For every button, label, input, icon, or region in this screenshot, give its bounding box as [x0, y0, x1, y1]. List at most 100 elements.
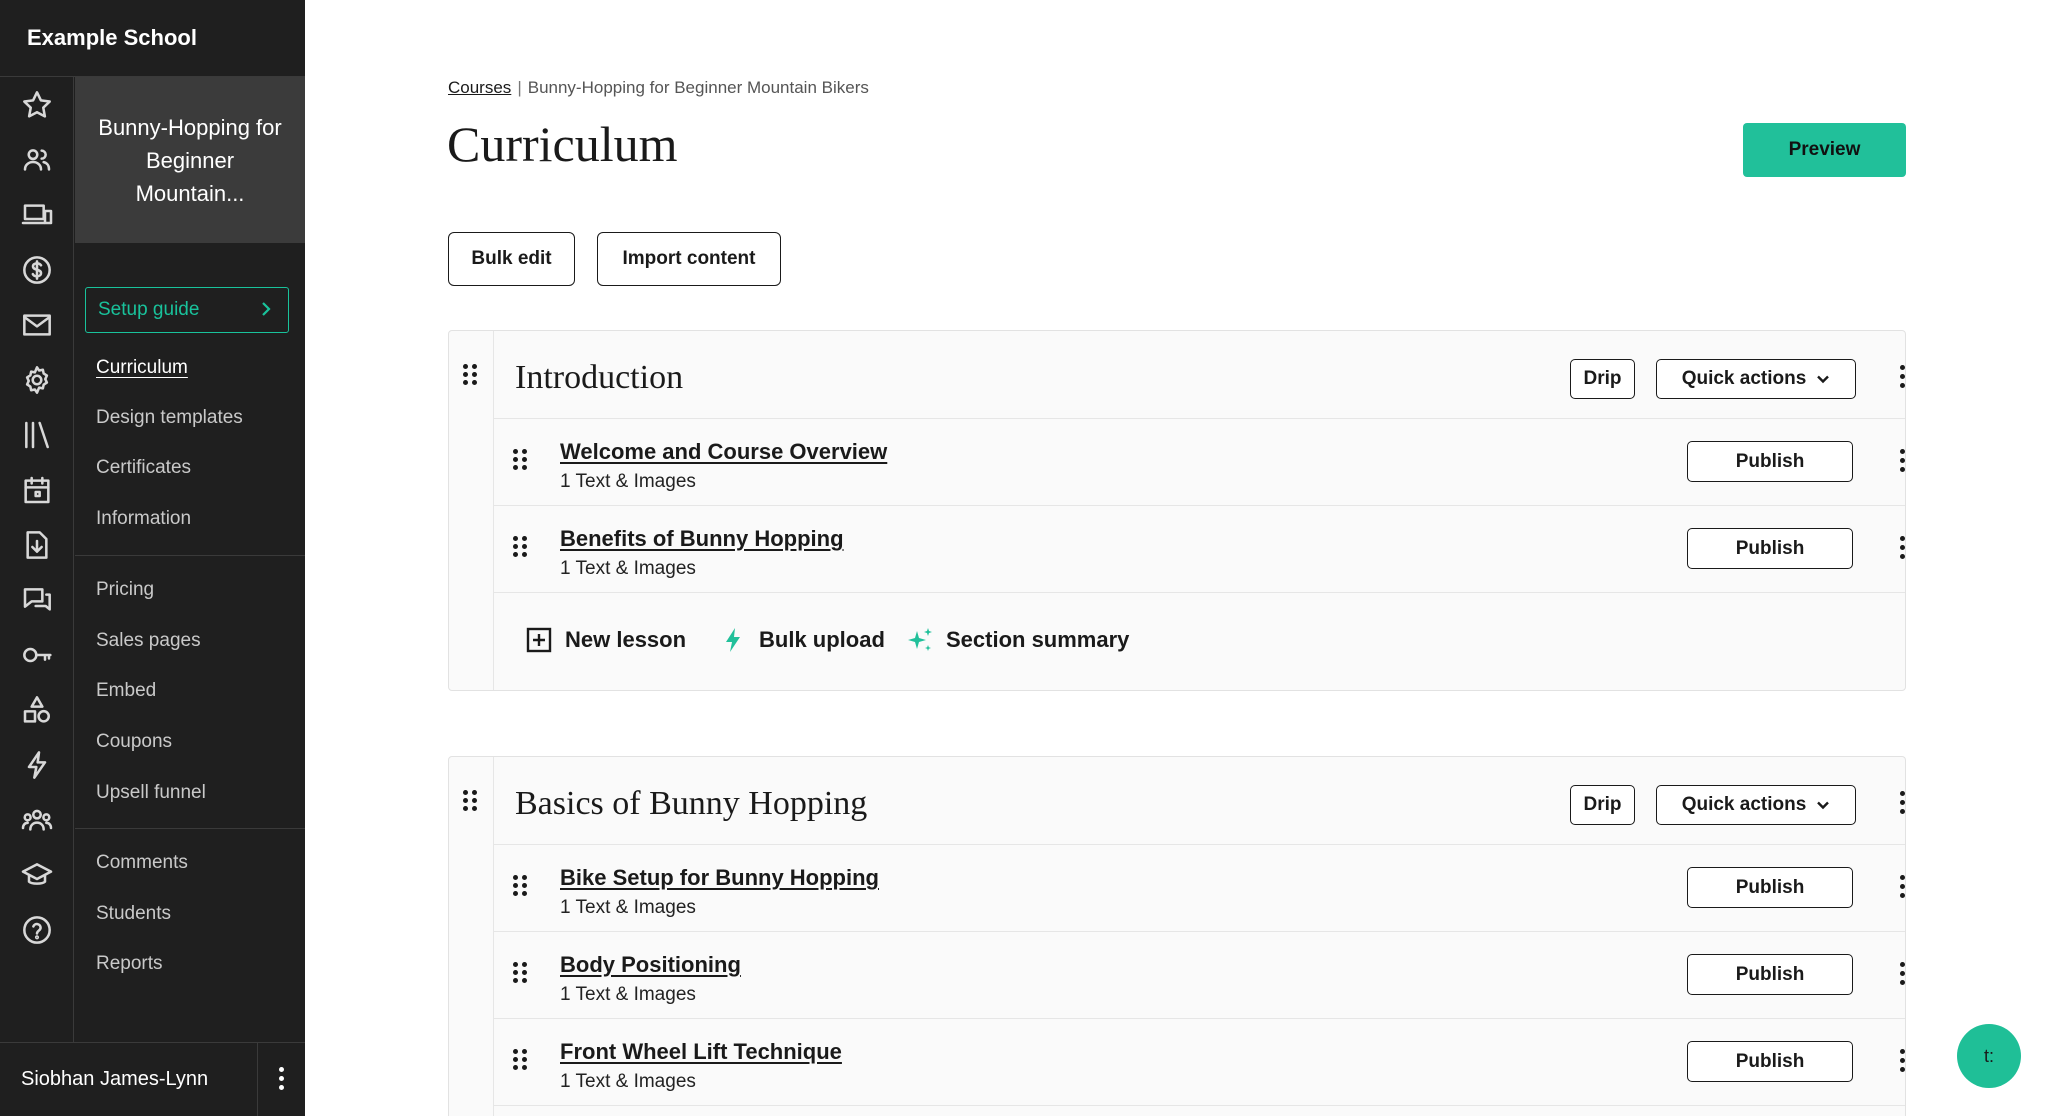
dollar-icon[interactable] — [19, 252, 55, 288]
nav-sales-pages[interactable]: Sales pages — [96, 630, 201, 652]
drag-handle-icon[interactable] — [513, 536, 527, 558]
nav-coupons[interactable]: Coupons — [96, 731, 172, 753]
lesson-meta: 1 Text & Images — [560, 897, 696, 918]
drag-handle-icon[interactable] — [513, 449, 527, 471]
new-lesson-label: New lesson — [565, 627, 687, 652]
setup-guide-button[interactable]: Setup guide — [85, 287, 289, 333]
lesson-row: Front Wheel Lift Technique 1 Text & Imag… — [494, 1019, 1905, 1106]
lesson-title-link[interactable]: Welcome and Course Overview — [560, 439, 887, 465]
nav-embed[interactable]: Embed — [96, 680, 156, 702]
nav-upsell-funnel[interactable]: Upsell funnel — [96, 782, 206, 804]
lesson-title-link[interactable]: Front Wheel Lift Technique — [560, 1039, 842, 1065]
drag-handle-icon — [463, 364, 477, 386]
section-card: Introduction Drip Quick actions Welcome … — [448, 330, 1906, 691]
drip-button[interactable]: Drip — [1570, 359, 1635, 399]
school-name[interactable]: Example School — [0, 0, 305, 77]
section-more-button[interactable] — [1897, 791, 1907, 817]
lesson-more-button[interactable] — [1897, 1049, 1907, 1075]
quick-actions-button[interactable]: Quick actions — [1656, 359, 1856, 399]
publish-button[interactable]: Publish — [1687, 1041, 1853, 1082]
star-icon[interactable] — [19, 87, 55, 123]
section-drag-handle[interactable] — [449, 757, 494, 1116]
shapes-icon[interactable] — [19, 692, 55, 728]
section-summary-button[interactable]: Section summary — [906, 626, 1129, 654]
key-icon[interactable] — [19, 637, 55, 673]
drag-handle-icon[interactable] — [513, 1049, 527, 1071]
drag-handle-icon — [463, 790, 477, 812]
nav-reports[interactable]: Reports — [96, 953, 163, 975]
bulk-edit-button[interactable]: Bulk edit — [448, 232, 575, 286]
breadcrumb-courses-link[interactable]: Courses — [448, 78, 511, 97]
new-lesson-button[interactable]: New lesson — [525, 626, 686, 654]
lesson-title-link[interactable]: Body Positioning — [560, 952, 741, 978]
publish-button[interactable]: Publish — [1687, 954, 1853, 995]
drag-handle-icon[interactable] — [513, 962, 527, 984]
nav-students[interactable]: Students — [96, 903, 171, 925]
chevron-down-icon — [1817, 801, 1830, 810]
preview-button[interactable]: Preview — [1743, 123, 1906, 177]
lesson-meta: 1 Text & Images — [560, 984, 696, 1005]
section-card: Basics of Bunny Hopping Drip Quick actio… — [448, 756, 1906, 1116]
nav-divider — [75, 555, 305, 556]
publish-button[interactable]: Publish — [1687, 528, 1853, 569]
users-icon[interactable] — [19, 142, 55, 178]
calendar-icon[interactable] — [19, 472, 55, 508]
lightning-icon — [726, 628, 740, 652]
user-menu-button[interactable] — [257, 1042, 305, 1116]
lesson-meta: 1 Text & Images — [560, 471, 696, 492]
graduation-icon[interactable] — [19, 857, 55, 893]
nav-information[interactable]: Information — [96, 508, 191, 530]
lesson-more-button[interactable] — [1897, 875, 1907, 901]
section-drag-handle[interactable] — [449, 331, 494, 690]
chat-launcher-button[interactable]: t: — [1957, 1024, 2021, 1088]
section-more-button[interactable] — [1897, 365, 1907, 391]
setup-guide-label: Setup guide — [98, 299, 200, 320]
lesson-more-button[interactable] — [1897, 449, 1907, 475]
publish-button[interactable]: Publish — [1687, 867, 1853, 908]
section-header: Basics of Bunny Hopping Drip Quick actio… — [494, 757, 1905, 845]
nav-certificates[interactable]: Certificates — [96, 457, 191, 479]
mail-icon[interactable] — [19, 307, 55, 343]
lesson-row: Bike Setup for Bunny Hopping 1 Text & Im… — [494, 845, 1905, 932]
chat-icon[interactable] — [19, 582, 55, 618]
drip-button[interactable]: Drip — [1570, 785, 1635, 825]
quick-actions-label: Quick actions — [1681, 368, 1807, 389]
section-title[interactable]: Introduction — [515, 359, 683, 397]
import-content-button[interactable]: Import content — [597, 232, 781, 286]
quick-actions-button[interactable]: Quick actions — [1656, 785, 1856, 825]
nav-curriculum[interactable]: Curriculum — [96, 357, 188, 379]
user-name[interactable]: Siobhan James-Lynn — [0, 1068, 257, 1091]
lightning-icon[interactable] — [19, 747, 55, 783]
icon-rail — [0, 77, 74, 1042]
kebab-icon — [277, 1066, 287, 1093]
section-title[interactable]: Basics of Bunny Hopping — [515, 785, 867, 823]
nav-divider — [75, 828, 305, 829]
nav-pricing[interactable]: Pricing — [96, 579, 154, 601]
download-doc-icon[interactable] — [19, 527, 55, 563]
nav-comments[interactable]: Comments — [96, 852, 188, 874]
course-title[interactable]: Bunny-Hopping for Beginner Mountain... — [75, 77, 305, 243]
bulk-upload-button[interactable]: Bulk upload — [719, 626, 885, 654]
drag-handle-icon[interactable] — [513, 875, 527, 897]
course-panel: Bunny-Hopping for Beginner Mountain... S… — [75, 77, 305, 974]
lesson-row: Benefits of Bunny Hopping 1 Text & Image… — [494, 506, 1905, 593]
plus-square-icon — [526, 627, 552, 653]
devices-icon[interactable] — [19, 197, 55, 233]
lesson-row: Welcome and Course Overview 1 Text & Ima… — [494, 419, 1905, 506]
section-header: Introduction Drip Quick actions — [494, 331, 1905, 419]
lesson-more-button[interactable] — [1897, 536, 1907, 562]
lesson-title-link[interactable]: Bike Setup for Bunny Hopping — [560, 865, 879, 891]
nav-design-templates[interactable]: Design templates — [96, 407, 243, 429]
gear-icon[interactable] — [19, 362, 55, 398]
sidebar: Example School Bunny-Hopping for Beginne… — [0, 0, 305, 1116]
publish-button[interactable]: Publish — [1687, 441, 1853, 482]
help-icon[interactable] — [19, 912, 55, 948]
chat-launcher-label: t: — [1983, 1045, 1994, 1066]
community-icon[interactable] — [19, 802, 55, 838]
bulk-upload-label: Bulk upload — [759, 627, 885, 652]
user-footer: Siobhan James-Lynn — [0, 1042, 305, 1116]
breadcrumb-separator: | — [517, 78, 522, 97]
lesson-title-link[interactable]: Benefits of Bunny Hopping — [560, 526, 844, 552]
lesson-more-button[interactable] — [1897, 962, 1907, 988]
library-icon[interactable] — [19, 417, 55, 453]
